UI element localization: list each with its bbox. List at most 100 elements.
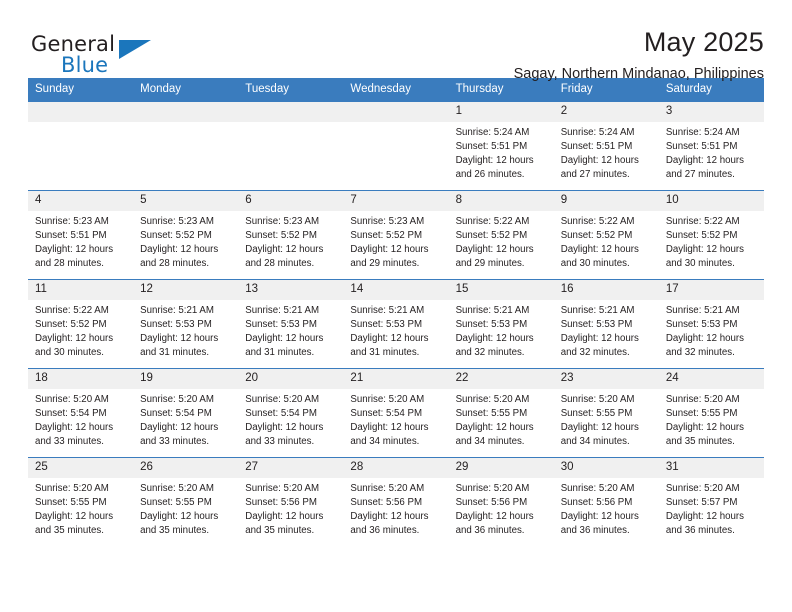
day-sun-info: Sunrise: 5:20 AM Sunset: 5:56 PM Daylight:… xyxy=(238,478,343,537)
sunset-time: Sunset: 5:51 PM xyxy=(455,140,528,152)
sunrise-time: Sunrise: 5:21 AM xyxy=(455,305,530,317)
calendar-day-cell[interactable]: 10 Sunrise: 5:22 AM Sunset: 5:52 PM Dayligh… xyxy=(658,190,764,280)
sunrise-time: Sunrise: 5:22 AM xyxy=(455,216,530,228)
sunrise-time: Sunrise: 5:20 AM xyxy=(35,483,109,495)
sunrise-time: Sunrise: 5:24 AM xyxy=(560,127,635,139)
calendar-day-cell[interactable]: 2 Sunrise: 5:24 AM Sunset: 5:51 PM Daylight… xyxy=(553,101,659,191)
daylight-duration-line1: Daylight: 12 hours xyxy=(665,332,744,344)
daylight-duration-line1: Daylight: 12 hours xyxy=(455,154,534,166)
daylight-duration-line1: Daylight: 12 hours xyxy=(35,332,114,344)
day-sun-info: Sunrise: 5:20 AM Sunset: 5:54 PM Daylight:… xyxy=(238,389,343,448)
sunrise-time: Sunrise: 5:20 AM xyxy=(245,483,320,495)
calendar-day-cell[interactable]: 26 Sunrise: 5:20 AM Sunset: 5:55 PM Dayligh… xyxy=(133,457,239,547)
sunset-time: Sunset: 5:52 PM xyxy=(140,229,212,241)
daylight-duration-line1: Daylight: 12 hours xyxy=(350,421,429,433)
sunrise-time: Sunrise: 5:24 AM xyxy=(665,127,740,139)
day-number: 27 xyxy=(238,458,344,479)
sunrise-time: Sunrise: 5:20 AM xyxy=(350,394,425,406)
day-cell-inner: 19 Sunrise: 5:20 AM Sunset: 5:54 PM Dayligh… xyxy=(133,369,239,457)
sunrise-time: Sunrise: 5:22 AM xyxy=(35,305,109,317)
sunset-time: Sunset: 5:52 PM xyxy=(455,229,528,241)
calendar-day-cell[interactable]: 22 Sunrise: 5:20 AM Sunset: 5:55 PM Dayligh… xyxy=(448,368,554,458)
sunrise-time: Sunrise: 5:22 AM xyxy=(560,216,635,228)
sunset-time: Sunset: 5:52 PM xyxy=(350,229,423,241)
day-cell-inner: 1 Sunrise: 5:24 AM Sunset: 5:51 PM Daylight… xyxy=(448,102,554,190)
calendar-day-cell[interactable]: 20 Sunrise: 5:20 AM Sunset: 5:54 PM Dayligh… xyxy=(238,368,344,458)
calendar-day-cell[interactable]: 18 Sunrise: 5:20 AM Sunset: 5:54 PM Dayligh… xyxy=(28,368,134,458)
weekday-header-tuesday: Tuesday xyxy=(238,78,344,102)
daylight-duration-line1: Daylight: 12 hours xyxy=(455,510,534,522)
day-number: 31 xyxy=(658,458,764,479)
day-number: 5 xyxy=(133,191,239,212)
day-cell-inner: 31 Sunrise: 5:20 AM Sunset: 5:57 PM Dayligh… xyxy=(658,458,764,547)
calendar-day-cell[interactable]: 17 Sunrise: 5:21 AM Sunset: 5:53 PM Dayligh… xyxy=(658,279,764,369)
calendar-week-row: 4 Sunrise: 5:23 AM Sunset: 5:51 PM Daylight… xyxy=(28,190,764,280)
calendar-day-cell[interactable]: 25 Sunrise: 5:20 AM Sunset: 5:55 PM Dayligh… xyxy=(28,457,134,547)
calendar-day-cell[interactable]: 4 Sunrise: 5:23 AM Sunset: 5:51 PM Daylight… xyxy=(28,190,134,280)
sunset-time: Sunset: 5:56 PM xyxy=(455,496,528,508)
calendar-day-cell[interactable]: 6 Sunrise: 5:23 AM Sunset: 5:52 PM Daylight… xyxy=(238,190,344,280)
calendar-day-cell[interactable]: 14 Sunrise: 5:21 AM Sunset: 5:53 PM Dayligh… xyxy=(343,279,449,369)
daylight-duration-line1: Daylight: 12 hours xyxy=(350,243,429,255)
day-cell-inner: 18 Sunrise: 5:20 AM Sunset: 5:54 PM Dayligh… xyxy=(28,369,134,457)
day-number: 17 xyxy=(658,280,764,301)
day-cell-inner: 15 Sunrise: 5:21 AM Sunset: 5:53 PM Dayligh… xyxy=(448,280,554,368)
sunset-time: Sunset: 5:55 PM xyxy=(455,407,528,419)
calendar-day-cell[interactable]: 13 Sunrise: 5:21 AM Sunset: 5:53 PM Dayligh… xyxy=(238,279,344,369)
day-number: 30 xyxy=(553,458,659,479)
daylight-duration-line2: and 34 minutes. xyxy=(455,435,525,447)
calendar-day-cell[interactable]: 23 Sunrise: 5:20 AM Sunset: 5:55 PM Dayligh… xyxy=(553,368,659,458)
daylight-duration-line2: and 35 minutes. xyxy=(140,524,210,536)
calendar-day-cell[interactable]: 15 Sunrise: 5:21 AM Sunset: 5:53 PM Dayligh… xyxy=(448,279,554,369)
calendar-day-cell[interactable]: 27 Sunrise: 5:20 AM Sunset: 5:56 PM Dayligh… xyxy=(238,457,344,547)
sunset-time: Sunset: 5:56 PM xyxy=(560,496,633,508)
calendar-day-cell[interactable]: 24 Sunrise: 5:20 AM Sunset: 5:55 PM Dayligh… xyxy=(658,368,764,458)
day-number: 21 xyxy=(343,369,449,390)
calendar-day-cell[interactable]: 11 Sunrise: 5:22 AM Sunset: 5:52 PM Dayligh… xyxy=(28,279,134,369)
calendar-day-cell[interactable]: 31 Sunrise: 5:20 AM Sunset: 5:57 PM Dayligh… xyxy=(658,457,764,547)
calendar-day-cell[interactable]: 7 Sunrise: 5:23 AM Sunset: 5:52 PM Daylight… xyxy=(343,190,449,280)
daylight-duration-line2: and 32 minutes. xyxy=(455,346,525,358)
daylight-duration-line2: and 28 minutes. xyxy=(245,257,315,269)
sunset-time: Sunset: 5:52 PM xyxy=(665,229,738,241)
day-number: 24 xyxy=(658,369,764,390)
month-calendar-table: Sunday Monday Tuesday Wednesday Thursday… xyxy=(28,78,764,547)
daylight-duration-line1: Daylight: 12 hours xyxy=(35,421,114,433)
calendar-day-cell[interactable]: 8 Sunrise: 5:22 AM Sunset: 5:52 PM Daylight… xyxy=(448,190,554,280)
sunset-time: Sunset: 5:51 PM xyxy=(665,140,738,152)
calendar-day-cell[interactable]: 1 Sunrise: 5:24 AM Sunset: 5:51 PM Daylight… xyxy=(448,101,554,191)
day-cell-inner: 20 Sunrise: 5:20 AM Sunset: 5:54 PM Dayligh… xyxy=(238,369,344,457)
day-cell-inner: 5 Sunrise: 5:23 AM Sunset: 5:52 PM Daylight… xyxy=(133,191,239,279)
calendar-day-cell[interactable]: 9 Sunrise: 5:22 AM Sunset: 5:52 PM Daylight… xyxy=(553,190,659,280)
logo-triangle-icon xyxy=(119,40,151,59)
day-number: 12 xyxy=(133,280,239,301)
calendar-day-cell[interactable]: 29 Sunrise: 5:20 AM Sunset: 5:56 PM Dayligh… xyxy=(448,457,554,547)
day-number: 8 xyxy=(448,191,554,212)
calendar-day-cell[interactable]: 21 Sunrise: 5:20 AM Sunset: 5:54 PM Dayligh… xyxy=(343,368,449,458)
daylight-duration-line2: and 30 minutes. xyxy=(35,346,104,358)
daylight-duration-line2: and 31 minutes. xyxy=(245,346,315,358)
sunrise-time: Sunrise: 5:20 AM xyxy=(665,483,740,495)
calendar-day-cell[interactable]: 5 Sunrise: 5:23 AM Sunset: 5:52 PM Daylight… xyxy=(133,190,239,280)
daylight-duration-line2: and 35 minutes. xyxy=(35,524,104,536)
daylight-duration-line2: and 32 minutes. xyxy=(560,346,630,358)
general-blue-logo[interactable]: General Blue xyxy=(28,26,168,82)
day-number: 18 xyxy=(28,369,134,390)
calendar-day-cell[interactable]: 28 Sunrise: 5:20 AM Sunset: 5:56 PM Dayligh… xyxy=(343,457,449,547)
day-number: 25 xyxy=(28,458,134,479)
calendar-day-cell[interactable]: 3 Sunrise: 5:24 AM Sunset: 5:51 PM Daylight… xyxy=(658,101,764,191)
calendar-day-cell[interactable]: 16 Sunrise: 5:21 AM Sunset: 5:53 PM Dayligh… xyxy=(553,279,659,369)
daylight-duration-line1: Daylight: 12 hours xyxy=(455,421,534,433)
day-sun-info: Sunrise: 5:20 AM Sunset: 5:56 PM Daylight:… xyxy=(554,478,659,537)
calendar-day-cell[interactable]: 12 Sunrise: 5:21 AM Sunset: 5:53 PM Dayligh… xyxy=(133,279,239,369)
calendar-day-cell[interactable]: 19 Sunrise: 5:20 AM Sunset: 5:54 PM Dayligh… xyxy=(133,368,239,458)
sunrise-time: Sunrise: 5:20 AM xyxy=(140,483,214,495)
sunrise-time: Sunrise: 5:21 AM xyxy=(350,305,425,317)
calendar-page: General Blue May 2025 Sagay, Northern Mi… xyxy=(0,0,792,612)
day-sun-info: Sunrise: 5:20 AM Sunset: 5:56 PM Daylight:… xyxy=(343,478,448,537)
daylight-duration-line1: Daylight: 12 hours xyxy=(35,510,114,522)
day-sun-info: Sunrise: 5:23 AM Sunset: 5:52 PM Daylight:… xyxy=(238,211,343,270)
calendar-day-cell[interactable]: 30 Sunrise: 5:20 AM Sunset: 5:56 PM Dayligh… xyxy=(553,457,659,547)
daylight-duration-line2: and 27 minutes. xyxy=(560,168,630,180)
day-cell-inner: 22 Sunrise: 5:20 AM Sunset: 5:55 PM Dayligh… xyxy=(448,369,554,457)
